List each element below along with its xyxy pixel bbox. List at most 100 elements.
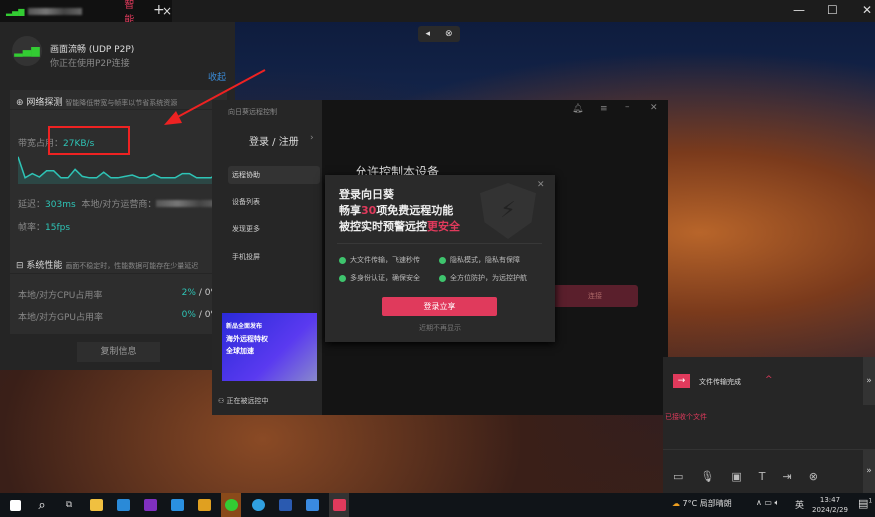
promo-banner[interactable]: 新品全面发布 海外远程特权 全球加速: [222, 313, 317, 381]
nav-remote-assist[interactable]: 远程协助: [228, 166, 320, 184]
popup-headline: 登录向日葵 畅享30项免费远程功能 被控实时预警远控更安全: [339, 187, 460, 235]
chart-icon: ⊟: [16, 261, 24, 271]
feature-text: 多身份认证，确保安全: [350, 274, 420, 282]
feature-text: 隐私模式，隐私有保障: [450, 256, 520, 264]
new-tab-button[interactable]: +: [153, 2, 165, 18]
copy-info-button[interactable]: 复制信息: [77, 342, 160, 362]
app-title: 向日葵远程控制: [228, 108, 277, 116]
gpu-local: 0%: [181, 310, 196, 320]
notif-count: 1: [868, 497, 873, 505]
login-link[interactable]: 登录 / 注册: [249, 133, 299, 148]
chat-icon[interactable]: ▭: [673, 470, 683, 483]
title-bar: ▂▄▆ 智能 × + — ☐ ✕: [0, 0, 875, 26]
word-icon[interactable]: [275, 493, 295, 517]
app-close[interactable]: ✕: [650, 103, 658, 113]
feature-item: 全方位防护，为远控护航: [439, 273, 527, 283]
time: 13:47: [819, 496, 841, 504]
start-icon[interactable]: [5, 493, 25, 517]
mail-icon[interactable]: [113, 493, 133, 517]
status-text: 正在被远控中: [226, 397, 269, 405]
expand-icon[interactable]: »: [863, 357, 875, 405]
latency-row: 延迟：303ms 本地/对方运营商：: [18, 197, 222, 210]
app-icon[interactable]: [302, 493, 322, 517]
latency-value: 303ms: [45, 200, 76, 210]
connect-button[interactable]: 连接: [552, 285, 638, 307]
bandwidth-chart: [18, 156, 218, 184]
banner-line: 新品全面发布: [226, 323, 263, 330]
latency-label: 延迟：: [18, 200, 46, 210]
feature-item: 多身份认证，确保安全: [339, 273, 420, 283]
clock[interactable]: 13:47 2024/2/29: [812, 495, 848, 515]
task-view-icon[interactable]: ⧉: [59, 493, 79, 517]
tray-icons[interactable]: ∧ ▭ 🔈︎: [756, 498, 779, 508]
minimize-button[interactable]: —: [793, 3, 805, 17]
divider: [663, 449, 863, 450]
file-icon: [339, 256, 346, 264]
chevron-up-icon[interactable]: ^: [765, 375, 773, 385]
search-icon[interactable]: ⌕: [32, 493, 52, 517]
taskbar: ⌕ ⧉ ☁ 7°C 局部晴朗 ∧ ▭ 🔈︎ 英 13:47 2024/2/29 ▤…: [0, 493, 875, 517]
close-button[interactable]: ✕: [862, 3, 872, 17]
maximize-button[interactable]: ☐: [827, 3, 838, 17]
sep: /: [195, 288, 205, 298]
app-minimize[interactable]: –: [625, 102, 630, 112]
headline-1: 登录向日葵: [339, 188, 394, 201]
wechat-icon[interactable]: [221, 493, 241, 517]
divider: [337, 243, 542, 244]
nav-device-list[interactable]: 设备列表: [232, 197, 260, 207]
menu-icon[interactable]: ≡: [600, 104, 608, 114]
file-transfer-panel: → 文件传输完成 ^ 已接收个文件 » » ▭ 🎙︎ ▣ T ⇥ ⊗: [663, 357, 875, 493]
feature-text: 全方位防护，为远控护航: [450, 274, 527, 282]
weather[interactable]: ☁ 7°C 局部晴朗: [672, 498, 732, 509]
signal-badge-icon: ▂▄▆: [12, 36, 42, 66]
feature-text: 大文件传输，飞速秒传: [350, 256, 420, 264]
mic-icon[interactable]: 🎙︎: [700, 470, 714, 483]
headline-3: 被控实时预警远控更安全: [339, 219, 460, 235]
onenote-icon[interactable]: [140, 493, 160, 517]
identity-icon: [339, 274, 346, 282]
h2a: 畅享: [339, 204, 361, 217]
vscode-icon[interactable]: [167, 493, 187, 517]
expand-icon[interactable]: »: [863, 449, 875, 493]
close-circle-icon[interactable]: ⊗: [445, 29, 453, 39]
bell-icon[interactable]: 🔔︎: [572, 104, 583, 114]
h2b: 30: [361, 204, 377, 217]
h3b: 更安全: [427, 220, 460, 233]
ime-indicator[interactable]: 英: [795, 498, 804, 511]
dismiss-link[interactable]: 近期不再显示: [325, 323, 555, 333]
gpu-label: 本地/对方GPU占用率: [18, 313, 104, 323]
notification-icon[interactable]: ▤1: [858, 497, 872, 510]
fps-label: 帧率：: [18, 223, 46, 233]
shield-icon: ⚡: [480, 183, 536, 239]
chevron-right-icon: ›: [310, 133, 314, 143]
privacy-icon: [439, 256, 446, 264]
remote-icon[interactable]: ▣: [731, 470, 741, 483]
banner-line: 全球加速: [226, 347, 254, 355]
nav-discover[interactable]: 发现更多: [232, 224, 260, 234]
text-icon[interactable]: T: [759, 470, 766, 483]
fps-value: 15fps: [45, 223, 71, 233]
pin-icon[interactable]: ◂: [425, 29, 430, 39]
browser-icon[interactable]: [248, 493, 268, 517]
isp-label: 本地/对方运营商：: [81, 200, 157, 210]
weather-text: 7°C 局部晴朗: [682, 499, 732, 508]
sunlogin-icon[interactable]: [329, 493, 349, 517]
banner-line: 海外远程特权: [226, 335, 268, 343]
close-circle-icon[interactable]: ⊗: [809, 470, 818, 483]
folder-arrow-icon: →: [673, 374, 690, 388]
date: 2024/2/29: [812, 506, 848, 514]
protect-icon: [439, 274, 446, 282]
remote-status: ⚇ 正在被远控中: [218, 396, 269, 406]
toolbar: ▭ 🎙︎ ▣ T ⇥ ⊗: [673, 470, 818, 483]
cpu-local: 2%: [181, 288, 196, 298]
floating-toolbar[interactable]: ◂ ⊗: [418, 26, 460, 42]
login-now-button[interactable]: 登录立享: [382, 297, 497, 316]
sep: /: [195, 310, 205, 320]
file-send-icon[interactable]: ⇥: [783, 470, 792, 483]
explorer-icon[interactable]: [86, 493, 106, 517]
nav-screen-cast[interactable]: 手机投屏: [232, 252, 260, 262]
popup-close-icon[interactable]: ✕: [537, 180, 545, 190]
feature-item: 大文件传输，飞速秒传: [339, 255, 420, 265]
app-icon[interactable]: [194, 493, 214, 517]
session-tab[interactable]: ▂▄▆ 智能 ×: [0, 0, 172, 26]
